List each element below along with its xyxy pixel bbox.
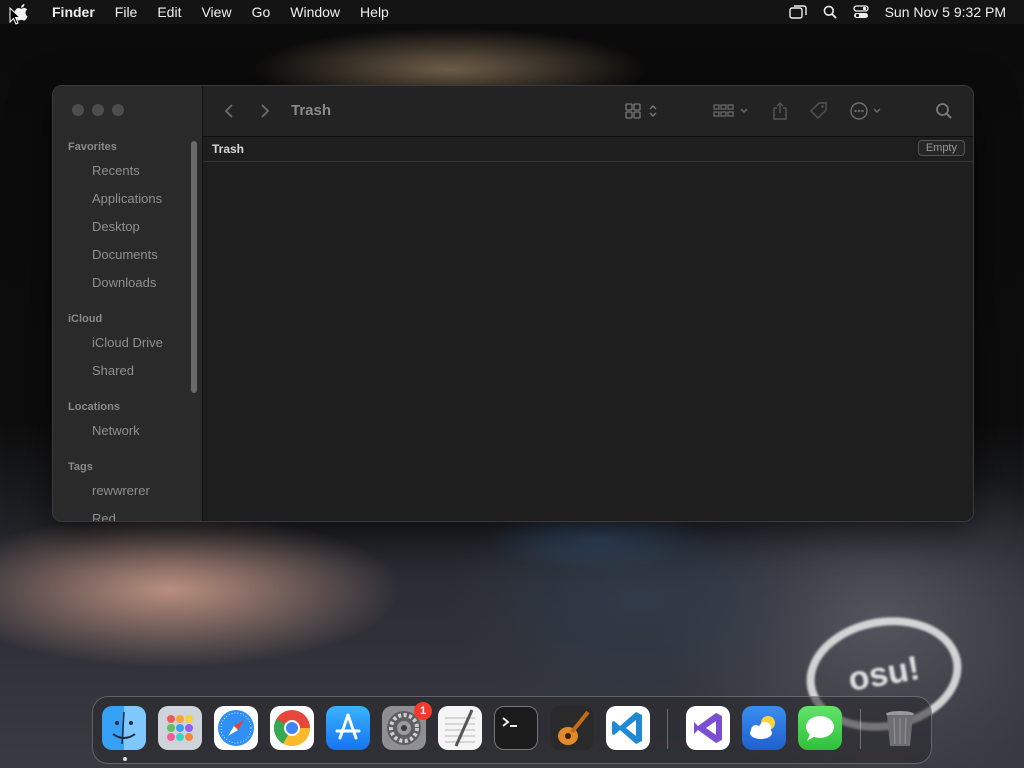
menu-go[interactable]: Go: [242, 4, 281, 20]
more-actions-icon[interactable]: [849, 100, 885, 122]
screen-mirroring-icon[interactable]: [788, 5, 807, 19]
view-mode-icon[interactable]: [625, 100, 661, 122]
finder-sidebar: Favorites Recents Applications Desktop D…: [53, 86, 203, 521]
menu-edit[interactable]: Edit: [147, 4, 191, 20]
system-settings-badge: 1: [414, 702, 432, 720]
sidebar-item-applications[interactable]: Applications: [92, 191, 162, 206]
menu-window[interactable]: Window: [280, 4, 350, 20]
dock-messages-icon[interactable]: [798, 706, 842, 750]
sidebar-item-icloud-drive[interactable]: iCloud Drive: [92, 335, 163, 350]
menu-bar: Finder File Edit View Go Window Help Sun…: [0, 0, 1024, 24]
mouse-cursor-icon: [9, 6, 22, 30]
sidebar-item-documents[interactable]: Documents: [92, 247, 158, 262]
empty-trash-button[interactable]: Empty: [917, 140, 965, 156]
finder-running-indicator: [123, 757, 127, 761]
back-chevron-icon[interactable]: [223, 100, 235, 122]
dock-separator: [667, 709, 668, 749]
window-controls: [72, 104, 124, 116]
sidebar-scrollbar[interactable]: [191, 141, 197, 393]
sidebar-item-downloads[interactable]: Downloads: [92, 275, 156, 290]
menu-bar-clock[interactable]: Sun Nov 5 9:32 PM: [885, 4, 1006, 20]
zoom-button[interactable]: [112, 104, 124, 116]
sidebar-item-shared[interactable]: Shared: [92, 363, 134, 378]
dock-visual-studio-icon[interactable]: [686, 706, 730, 750]
sidebar-header-icloud: iCloud: [68, 313, 103, 325]
tag-icon[interactable]: [809, 100, 829, 122]
sidebar-item-network[interactable]: Network: [92, 423, 140, 438]
forward-chevron-icon[interactable]: [259, 100, 271, 122]
sidebar-item-desktop[interactable]: Desktop: [92, 219, 140, 234]
close-button[interactable]: [72, 104, 84, 116]
spotlight-search-icon[interactable]: [823, 5, 837, 19]
sidebar-header-tags: Tags: [68, 461, 93, 473]
control-center-icon[interactable]: [852, 5, 869, 19]
apple-menu-icon[interactable]: [0, 3, 44, 21]
dock-launchpad-icon[interactable]: [158, 706, 202, 750]
dock-chrome-icon[interactable]: [270, 706, 314, 750]
dock-app-store-icon[interactable]: [326, 706, 370, 750]
dock-vscode-icon[interactable]: [606, 706, 650, 750]
dock-finder-icon[interactable]: [102, 706, 146, 750]
menu-help[interactable]: Help: [350, 4, 399, 20]
wallpaper-logo-text: osu!: [845, 648, 923, 699]
dock-separator: [860, 709, 861, 749]
sidebar-item-recents[interactable]: Recents: [92, 163, 140, 178]
trash-folder-label: Trash: [212, 142, 245, 156]
minimize-button[interactable]: [92, 104, 104, 116]
dock: 1: [92, 696, 932, 764]
dock-terminal-icon[interactable]: [494, 706, 538, 750]
dock-garageband-icon[interactable]: [550, 706, 594, 750]
finder-content: Trash Empty: [203, 137, 973, 521]
menu-view[interactable]: View: [191, 4, 241, 20]
finder-window: Favorites Recents Applications Desktop D…: [52, 85, 974, 522]
sidebar-item-tag-rewwrerer[interactable]: rewwrerer: [92, 483, 150, 498]
sidebar-item-tag-red[interactable]: Red: [92, 511, 116, 521]
group-by-icon[interactable]: [713, 100, 751, 122]
sidebar-header-favorites: Favorites: [68, 141, 117, 153]
dock-safari-icon[interactable]: [214, 706, 258, 750]
menu-finder[interactable]: Finder: [44, 4, 105, 20]
menu-file[interactable]: File: [105, 4, 148, 20]
dock-textedit-icon[interactable]: [438, 706, 482, 750]
dock-trash-icon[interactable]: [878, 706, 922, 750]
dock-weather-icon[interactable]: [742, 706, 786, 750]
window-title: Trash: [291, 102, 332, 119]
search-icon[interactable]: [935, 100, 953, 122]
share-icon[interactable]: [771, 100, 789, 122]
sidebar-header-locations: Locations: [68, 401, 120, 413]
trash-header-bar: Trash Empty: [203, 137, 973, 162]
finder-toolbar: Trash: [203, 86, 973, 137]
